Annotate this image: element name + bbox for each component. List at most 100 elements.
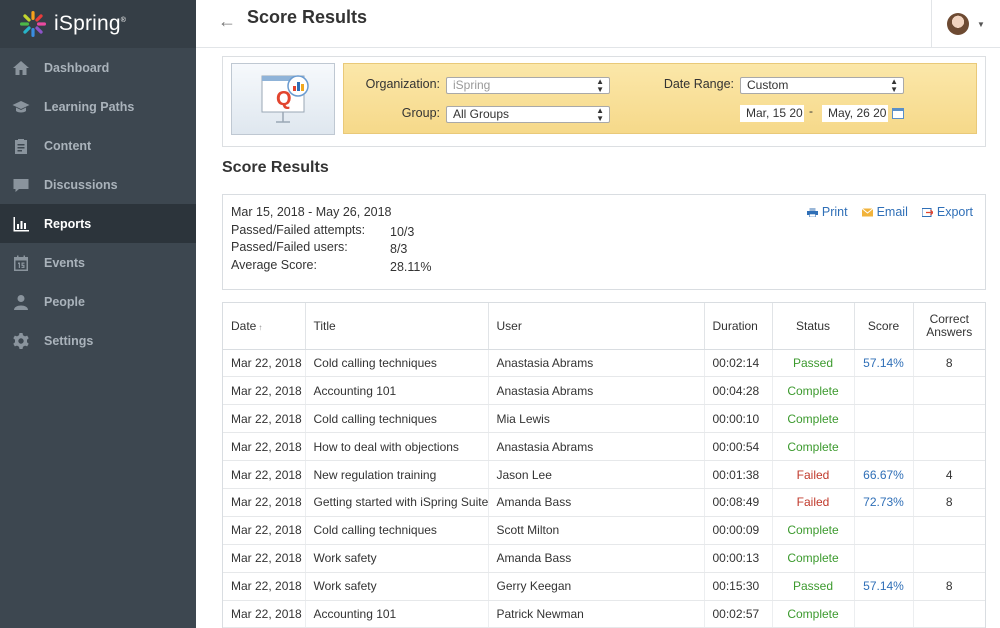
gear-icon [12, 332, 30, 350]
cell-score [854, 432, 914, 462]
sidebar-item-label: Content [44, 138, 92, 153]
cell-score [854, 516, 914, 545]
cell-duration: 00:08:49 [704, 488, 773, 517]
table-row[interactable]: Mar 22, 2018 Cold calling techniques Mia L… [223, 404, 985, 434]
sidebar-item-settings[interactable]: Settings [0, 321, 196, 360]
print-button[interactable]: Print [806, 205, 848, 219]
cell-date: Mar 22, 2018 [223, 432, 306, 462]
cell-correct-answers [913, 544, 985, 573]
user-menu[interactable]: ▼ [931, 0, 1000, 48]
sidebar-item-label: Settings [44, 333, 94, 348]
table-row[interactable]: Mar 22, 2018 Accounting 101 Patrick Newman… [223, 600, 985, 628]
summary-box: Mar 15, 2018 - May 26, 2018 Passed/Faile… [222, 194, 986, 290]
cell-title: Work safety [305, 572, 489, 601]
home-icon [12, 59, 30, 77]
table-row[interactable]: Mar 22, 2018 Accounting 101 Anastasia Abra… [223, 376, 985, 406]
cell-score [854, 404, 914, 434]
cell-status: Complete [772, 516, 855, 545]
cell-user: Amanda Bass [488, 488, 705, 517]
table-row[interactable]: Mar 22, 2018 Cold calling techniques Anast… [223, 349, 985, 378]
sidebar-item-content[interactable]: Content [0, 126, 196, 165]
table-row[interactable]: Mar 22, 2018 New regulation training Jason… [223, 460, 985, 489]
cell-date: Mar 22, 2018 [223, 376, 306, 406]
envelope-icon [861, 207, 873, 216]
sidebar: iSpring® Dashboard Learning Paths Conten… [0, 0, 196, 628]
brand-name: iSpring [54, 12, 121, 35]
cell-date: Mar 22, 2018 [223, 600, 306, 628]
summary-label: Passed/Failed attempts: [231, 223, 366, 237]
cell-correct-answers: 4 [913, 460, 985, 489]
cell-correct-answers [913, 516, 985, 545]
organization-value: iSpring [453, 78, 491, 92]
column-header-user[interactable]: User [488, 303, 705, 350]
group-select[interactable]: All Groups ▲ ▼ [446, 106, 610, 123]
summary-value: 10/3 [390, 225, 415, 239]
section-title: Score Results [222, 159, 329, 176]
back-arrow-icon[interactable]: ← [218, 11, 236, 32]
table-row[interactable]: Mar 22, 2018 Work safety Amanda Bass 00:00:… [223, 544, 985, 573]
logo[interactable]: iSpring® [0, 0, 196, 48]
table-body: Mar 22, 2018 Cold calling techniques Anast… [223, 349, 985, 628]
cell-score: 57.14% [854, 572, 914, 601]
table-row[interactable]: Mar 22, 2018 Getting started with iSpring… [223, 488, 985, 517]
cell-date: Mar 22, 2018 [223, 572, 306, 601]
group-value: All Groups [453, 107, 510, 121]
column-header-correct-answers[interactable]: Correct Answers [913, 303, 985, 350]
cell-date: Mar 22, 2018 [223, 544, 306, 573]
sidebar-item-label: Learning Paths [44, 99, 135, 114]
cell-status: Failed [772, 488, 855, 517]
cell-score [854, 376, 914, 406]
calendar-icon [12, 254, 30, 272]
table-row[interactable]: Mar 22, 2018 Cold calling techniques Scott… [223, 516, 985, 545]
date-range-label: Date Range: [663, 77, 734, 91]
bar-chart-icon [12, 215, 30, 233]
cell-correct-answers: 8 [913, 349, 985, 378]
column-header-status[interactable]: Status [772, 303, 855, 350]
filter-panel: Organization: iSpring ▲ ▼ Group: All Grou… [343, 63, 977, 134]
column-header-duration[interactable]: Duration [704, 303, 773, 350]
summary-value: 8/3 [390, 242, 408, 256]
cell-user: Anastasia Abrams [488, 349, 705, 378]
email-button[interactable]: Email [861, 205, 908, 219]
cell-duration: 00:02:57 [704, 600, 773, 628]
sidebar-item-label: Discussions [44, 177, 118, 192]
sidebar-item-reports[interactable]: Reports [0, 204, 196, 243]
table-row[interactable]: Mar 22, 2018 How to deal with objections A… [223, 432, 985, 462]
calendar-picker-icon[interactable] [892, 108, 904, 119]
column-header-score[interactable]: Score [854, 303, 914, 350]
sidebar-item-learning-paths[interactable]: Learning Paths [0, 87, 196, 126]
sidebar-item-label: People [44, 294, 85, 309]
cell-status: Complete [772, 404, 855, 434]
column-header-title[interactable]: Title [305, 303, 489, 350]
cell-duration: 00:15:30 [704, 572, 773, 601]
cell-correct-answers [913, 600, 985, 628]
cell-status: Complete [772, 376, 855, 406]
cell-score [854, 600, 914, 628]
sidebar-item-people[interactable]: People [0, 282, 196, 321]
cell-score: 66.67% [854, 460, 914, 489]
cell-correct-answers: 8 [913, 572, 985, 601]
date-range-select[interactable]: Custom ▲ ▼ [740, 77, 904, 94]
table-row[interactable]: Mar 22, 2018 Work safety Gerry Keegan 00:15… [223, 572, 985, 601]
organization-select[interactable]: iSpring ▲ ▼ [446, 77, 610, 94]
sidebar-item-dashboard[interactable]: Dashboard [0, 48, 196, 87]
cell-user: Gerry Keegan [488, 572, 705, 601]
cell-status: Passed [772, 572, 855, 601]
column-header-date[interactable]: Date ↑ [223, 303, 306, 350]
cell-date: Mar 22, 2018 [223, 404, 306, 434]
table-header-row: Date ↑ Title User Duration Status Score C… [223, 303, 985, 350]
export-button[interactable]: Export [921, 205, 973, 219]
summary-label: Passed/Failed users: [231, 240, 348, 254]
cell-duration: 00:00:54 [704, 432, 773, 462]
select-arrows-icon: ▲ ▼ [890, 77, 898, 94]
sidebar-item-events[interactable]: Events [0, 243, 196, 282]
date-to-input[interactable]: May, 26 20 [822, 105, 888, 122]
page-title: Score Results [247, 7, 368, 27]
sidebar-item-discussions[interactable]: Discussions [0, 165, 196, 204]
cell-score: 72.73% [854, 488, 914, 517]
date-from-input[interactable]: Mar, 15 20 [740, 105, 804, 122]
filters-box: Q Organization: iSpring ▲ ▼ Group: All Gr… [222, 56, 986, 147]
select-arrows-icon: ▲ ▼ [596, 106, 604, 123]
cell-status: Passed [772, 349, 855, 378]
cell-duration: 00:00:10 [704, 404, 773, 434]
